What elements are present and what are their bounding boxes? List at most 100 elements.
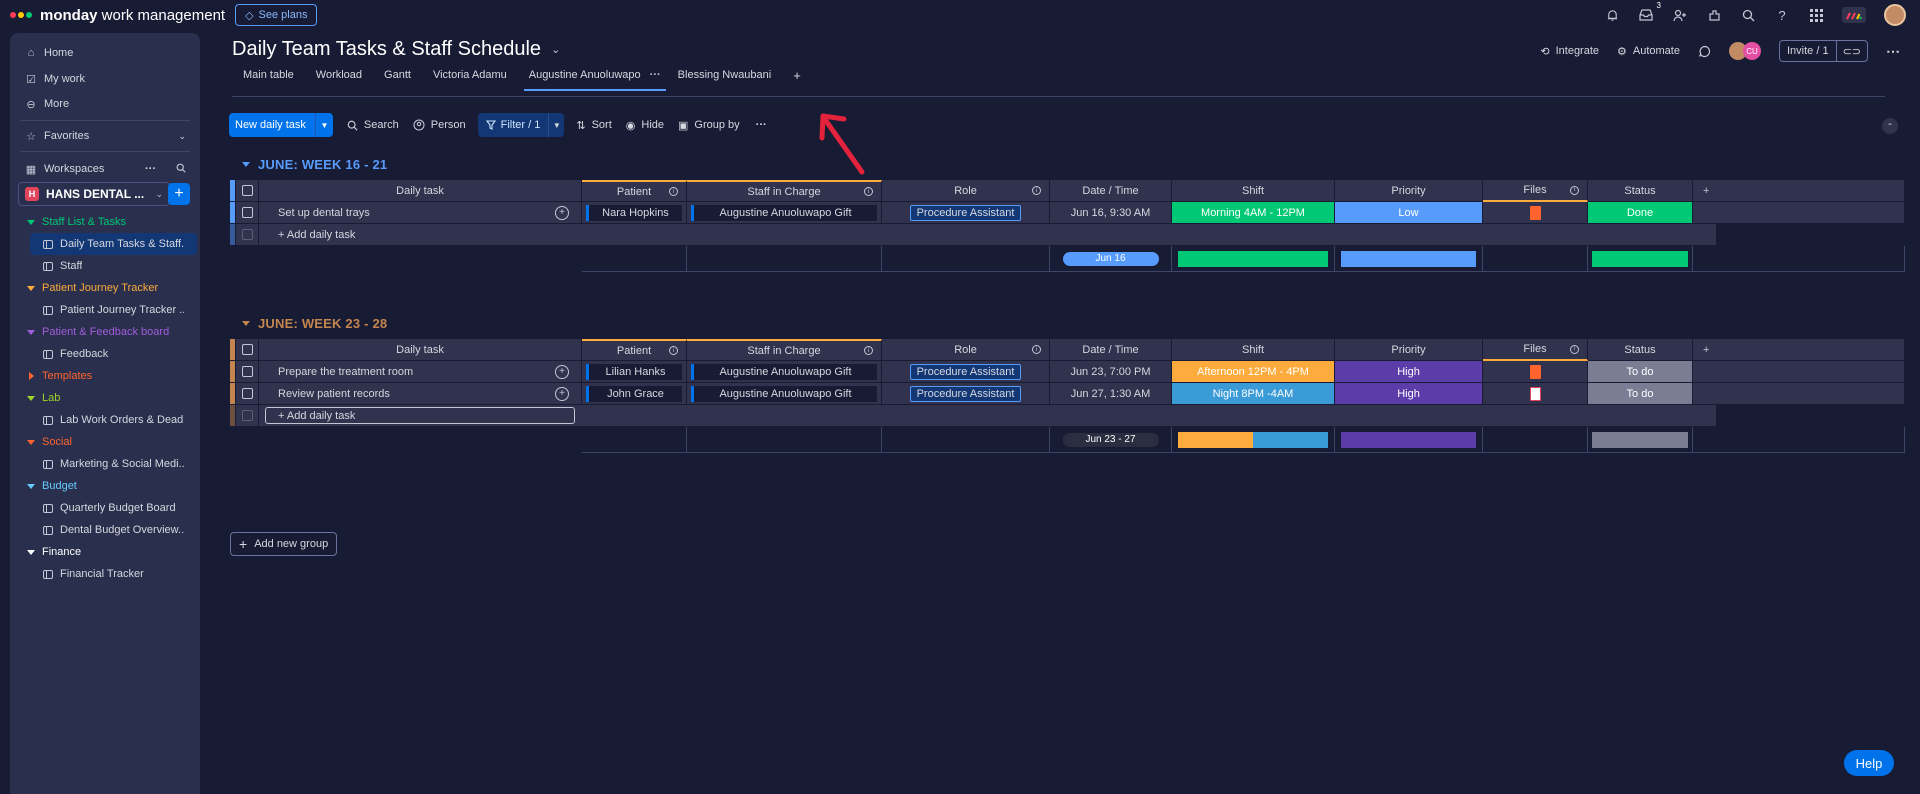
status-summary[interactable] bbox=[1588, 427, 1693, 453]
sort-button[interactable]: ⇅ Sort bbox=[576, 119, 611, 132]
board-feedback[interactable]: Feedback bbox=[10, 343, 200, 365]
board-members[interactable]: CU bbox=[1728, 42, 1761, 60]
filter-button[interactable]: Filter / 1 ▼ bbox=[477, 113, 565, 137]
workspace-selector[interactable]: H HANS DENTAL ... ⌄ bbox=[18, 182, 170, 206]
add-task-input[interactable]: + Add daily task bbox=[259, 224, 1717, 246]
board-title[interactable]: Daily Team Tasks & Staff Schedule ⌄ bbox=[232, 38, 560, 61]
folder-templates[interactable]: Templates bbox=[10, 365, 92, 387]
priority-cell[interactable]: Low bbox=[1335, 202, 1483, 224]
search-icon[interactable] bbox=[176, 163, 186, 176]
row-checkbox[interactable] bbox=[236, 202, 259, 224]
column-header-priority[interactable]: Priority bbox=[1335, 339, 1483, 361]
more-dots-icon[interactable]: ··· bbox=[145, 163, 156, 175]
info-icon[interactable]: i bbox=[1032, 345, 1041, 354]
status-cell[interactable]: Done bbox=[1588, 202, 1693, 224]
chevron-down-icon[interactable]: ▼ bbox=[548, 113, 564, 137]
patient-cell[interactable]: Lilian Hanks bbox=[582, 361, 687, 383]
priority-cell[interactable]: High bbox=[1335, 361, 1483, 383]
column-header-date[interactable]: Date / Time bbox=[1050, 180, 1172, 202]
add-update-icon[interactable]: + bbox=[555, 386, 569, 401]
column-header-files[interactable]: Files i bbox=[1483, 180, 1588, 202]
role-cell[interactable]: Procedure Assistant bbox=[882, 361, 1050, 383]
info-icon[interactable]: i bbox=[864, 346, 873, 355]
board-lab-work-orders[interactable]: Lab Work Orders & Dead... bbox=[10, 409, 200, 431]
shift-cell[interactable]: Night 8PM -4AM bbox=[1172, 383, 1335, 405]
info-icon[interactable]: i bbox=[669, 187, 678, 196]
info-icon[interactable]: i bbox=[1570, 185, 1579, 195]
task-name-cell[interactable]: Set up dental trays + bbox=[259, 202, 582, 224]
task-name-cell[interactable]: Review patient records + bbox=[259, 383, 582, 405]
person-filter-button[interactable]: Person bbox=[413, 119, 466, 131]
more-options-icon[interactable]: ··· bbox=[756, 119, 767, 131]
date-summary[interactable]: Jun 23 - 27 bbox=[1050, 427, 1172, 453]
chevron-down-icon[interactable]: ⌄ bbox=[551, 43, 560, 56]
group-title-week-16[interactable]: JUNE: WEEK 16 - 21 bbox=[242, 157, 387, 172]
search-icon[interactable] bbox=[1740, 7, 1756, 23]
file-icon[interactable] bbox=[1529, 364, 1541, 379]
column-header-patient[interactable]: Patient i bbox=[582, 180, 687, 202]
folder-finance[interactable]: Finance bbox=[10, 541, 81, 563]
priority-cell[interactable]: High bbox=[1335, 383, 1483, 405]
row-checkbox[interactable] bbox=[236, 361, 259, 383]
files-cell[interactable] bbox=[1483, 202, 1588, 224]
search-button[interactable]: Search bbox=[347, 119, 399, 131]
group-title-week-23[interactable]: JUNE: WEEK 23 - 28 bbox=[242, 316, 387, 331]
files-cell[interactable] bbox=[1483, 361, 1588, 383]
folder-staff-list[interactable]: Staff List & Tasks bbox=[10, 211, 126, 233]
board-marketing-social[interactable]: Marketing & Social Medi... bbox=[10, 453, 200, 475]
pdf-file-icon[interactable] bbox=[1529, 386, 1541, 401]
add-new-group-button[interactable]: + Add new group bbox=[230, 532, 338, 556]
tab-main-table[interactable]: Main table bbox=[232, 64, 305, 86]
tab-blessing-nwaubani[interactable]: Blessing Nwaubani bbox=[667, 64, 783, 86]
add-view-button[interactable]: + bbox=[782, 64, 812, 86]
column-header-date[interactable]: Date / Time bbox=[1050, 339, 1172, 361]
column-header-files[interactable]: Files i bbox=[1483, 339, 1588, 361]
select-all-checkbox[interactable] bbox=[236, 180, 259, 202]
collapse-group-icon[interactable] bbox=[242, 162, 250, 167]
staff-cell[interactable]: Augustine Anuoluwapo Gift bbox=[687, 361, 882, 383]
add-column-button[interactable]: + bbox=[1693, 339, 1905, 361]
column-header-priority[interactable]: Priority bbox=[1335, 180, 1483, 202]
board-daily-team-tasks[interactable]: Daily Team Tasks & Staff... bbox=[30, 233, 197, 255]
files-cell[interactable] bbox=[1483, 383, 1588, 405]
collapse-group-icon[interactable] bbox=[242, 321, 250, 326]
bell-icon[interactable] bbox=[1604, 7, 1620, 23]
column-header-staff[interactable]: Staff in Charge i bbox=[687, 180, 882, 202]
tab-augustine-anuoluwapo[interactable]: Augustine Anuoluwapo bbox=[518, 64, 666, 91]
sidebar-more[interactable]: ⊖ More bbox=[10, 93, 200, 115]
column-header-patient[interactable]: Patient i bbox=[582, 339, 687, 361]
monday-brand-icon[interactable] bbox=[1842, 7, 1866, 23]
priority-summary[interactable] bbox=[1335, 246, 1483, 272]
patient-cell[interactable]: John Grace bbox=[582, 383, 687, 405]
apps-marketplace-icon[interactable] bbox=[1706, 7, 1722, 23]
folder-lab[interactable]: Lab bbox=[10, 387, 60, 409]
tab-gantt[interactable]: Gantt bbox=[373, 64, 422, 86]
more-options-icon[interactable]: ⋯ bbox=[1886, 43, 1900, 60]
date-cell[interactable]: Jun 23, 7:00 PM bbox=[1050, 361, 1172, 383]
folder-patient-feedback[interactable]: Patient & Feedback board bbox=[10, 321, 169, 343]
help-button[interactable]: Help bbox=[1844, 750, 1894, 776]
help-icon[interactable]: ? bbox=[1774, 7, 1790, 23]
add-task-input[interactable]: + Add daily task bbox=[259, 405, 1717, 427]
column-header-task[interactable]: Daily task bbox=[259, 180, 582, 202]
shift-summary[interactable] bbox=[1172, 427, 1335, 453]
date-cell[interactable]: Jun 27, 1:30 AM bbox=[1050, 383, 1172, 405]
column-header-role[interactable]: Role i bbox=[882, 339, 1050, 361]
board-financial-tracker[interactable]: Financial Tracker bbox=[10, 563, 200, 585]
board-staff[interactable]: Staff bbox=[10, 255, 200, 277]
add-update-icon[interactable]: + bbox=[555, 364, 569, 379]
column-header-status[interactable]: Status bbox=[1588, 339, 1693, 361]
add-update-icon[interactable]: + bbox=[555, 205, 569, 220]
column-header-shift[interactable]: Shift bbox=[1172, 339, 1335, 361]
role-cell[interactable]: Procedure Assistant bbox=[882, 202, 1050, 224]
inbox-icon[interactable]: 3 bbox=[1638, 1, 1661, 23]
info-icon[interactable]: i bbox=[1570, 344, 1579, 354]
user-avatar[interactable] bbox=[1884, 4, 1906, 26]
add-item-button[interactable]: + bbox=[168, 183, 190, 205]
automate-button[interactable]: ⚙ Automate bbox=[1617, 45, 1680, 58]
column-header-shift[interactable]: Shift bbox=[1172, 180, 1335, 202]
patient-cell[interactable]: Nara Hopkins bbox=[582, 202, 687, 224]
integrate-button[interactable]: ⟲ Integrate bbox=[1540, 45, 1599, 58]
file-icon[interactable] bbox=[1529, 205, 1541, 220]
tab-workload[interactable]: Workload bbox=[305, 64, 373, 86]
